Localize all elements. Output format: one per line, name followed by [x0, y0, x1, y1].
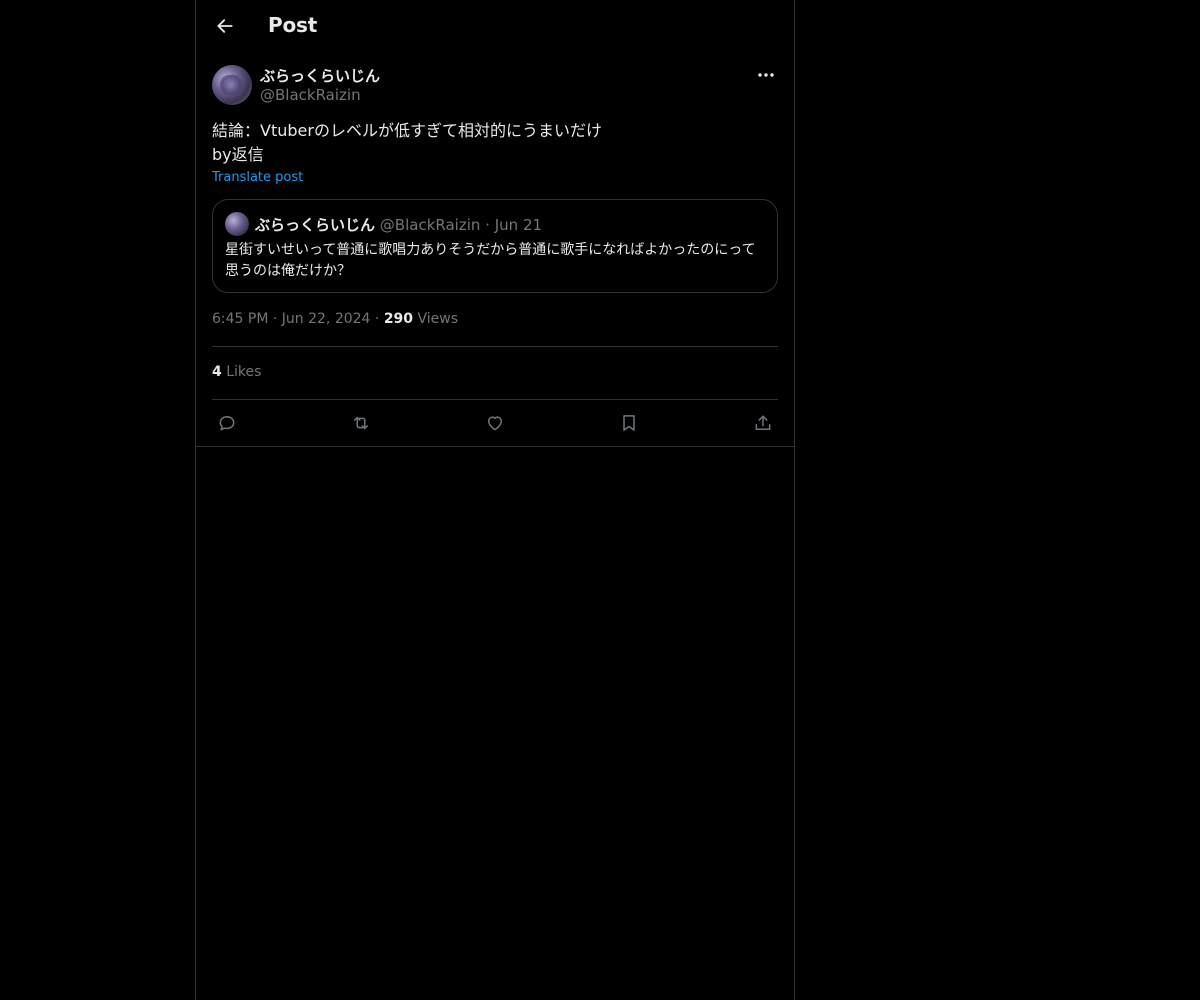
back-button[interactable]	[208, 9, 242, 43]
quote-date: Jun 21	[494, 216, 543, 234]
top-bar: Post	[196, 0, 794, 53]
arrow-left-icon	[215, 16, 235, 36]
reply-icon	[217, 413, 237, 433]
avatar[interactable]	[212, 65, 252, 105]
divider	[212, 399, 778, 400]
quote-header: ぶらっくらいじん @BlackRaizin · Jun 21	[255, 214, 542, 235]
quoted-post[interactable]: ぶらっくらいじん @BlackRaizin · Jun 21 星街すいせいって普…	[212, 199, 778, 293]
author-handle[interactable]: @BlackRaizin	[260, 86, 361, 104]
meta-separator: ·	[272, 311, 278, 327]
views-label: Views	[417, 311, 459, 327]
author-display-name[interactable]: ぶらっくらいじん	[260, 65, 380, 86]
post-meta: 6:45 PM · Jun 22, 2024 · 290 Views	[212, 311, 458, 327]
post-text: 結論：Vtuberのレベルが低すぎて相対的にうまいだけ by返信	[212, 121, 602, 164]
likes-label: Likes	[226, 364, 262, 380]
quote-avatar	[225, 212, 249, 236]
heart-icon	[485, 413, 505, 433]
post-date[interactable]: Jun 22, 2024	[282, 311, 371, 327]
like-button[interactable]	[480, 409, 510, 437]
share-icon	[753, 413, 773, 433]
likes-count: 4	[212, 364, 222, 380]
author-row: ぶらっくらいじん @BlackRaizin	[212, 65, 778, 105]
primary-column: Post ぶらっくらいじん @BlackRaizin 結論：Vtuberのレベル…	[195, 0, 795, 1000]
post-bottom-border	[196, 446, 794, 447]
quote-handle: @BlackRaizin	[379, 216, 481, 234]
page-title: Post	[268, 13, 318, 37]
quote-text: 星街すいせいって普通に歌唱力ありそうだから普通に歌手になればよかったのにって思う…	[225, 242, 756, 279]
bookmark-icon	[619, 413, 639, 433]
post-time[interactable]: 6:45 PM	[212, 311, 268, 327]
views-count: 290	[383, 311, 414, 327]
quote-display-name: ぶらっくらいじん	[255, 216, 376, 234]
repost-icon	[350, 413, 372, 433]
action-bar	[212, 409, 778, 437]
translate-post-link[interactable]: Translate post	[212, 170, 303, 185]
bookmark-button[interactable]	[614, 409, 644, 437]
more-button[interactable]	[754, 65, 778, 85]
divider	[212, 346, 778, 347]
meta-separator: ·	[374, 311, 380, 327]
share-button[interactable]	[748, 409, 778, 437]
reply-button[interactable]	[212, 409, 242, 437]
quote-separator: ·	[485, 216, 490, 234]
more-horizontal-icon	[757, 72, 775, 78]
likes-summary[interactable]: 4 Likes	[212, 364, 261, 380]
repost-button[interactable]	[346, 409, 376, 437]
